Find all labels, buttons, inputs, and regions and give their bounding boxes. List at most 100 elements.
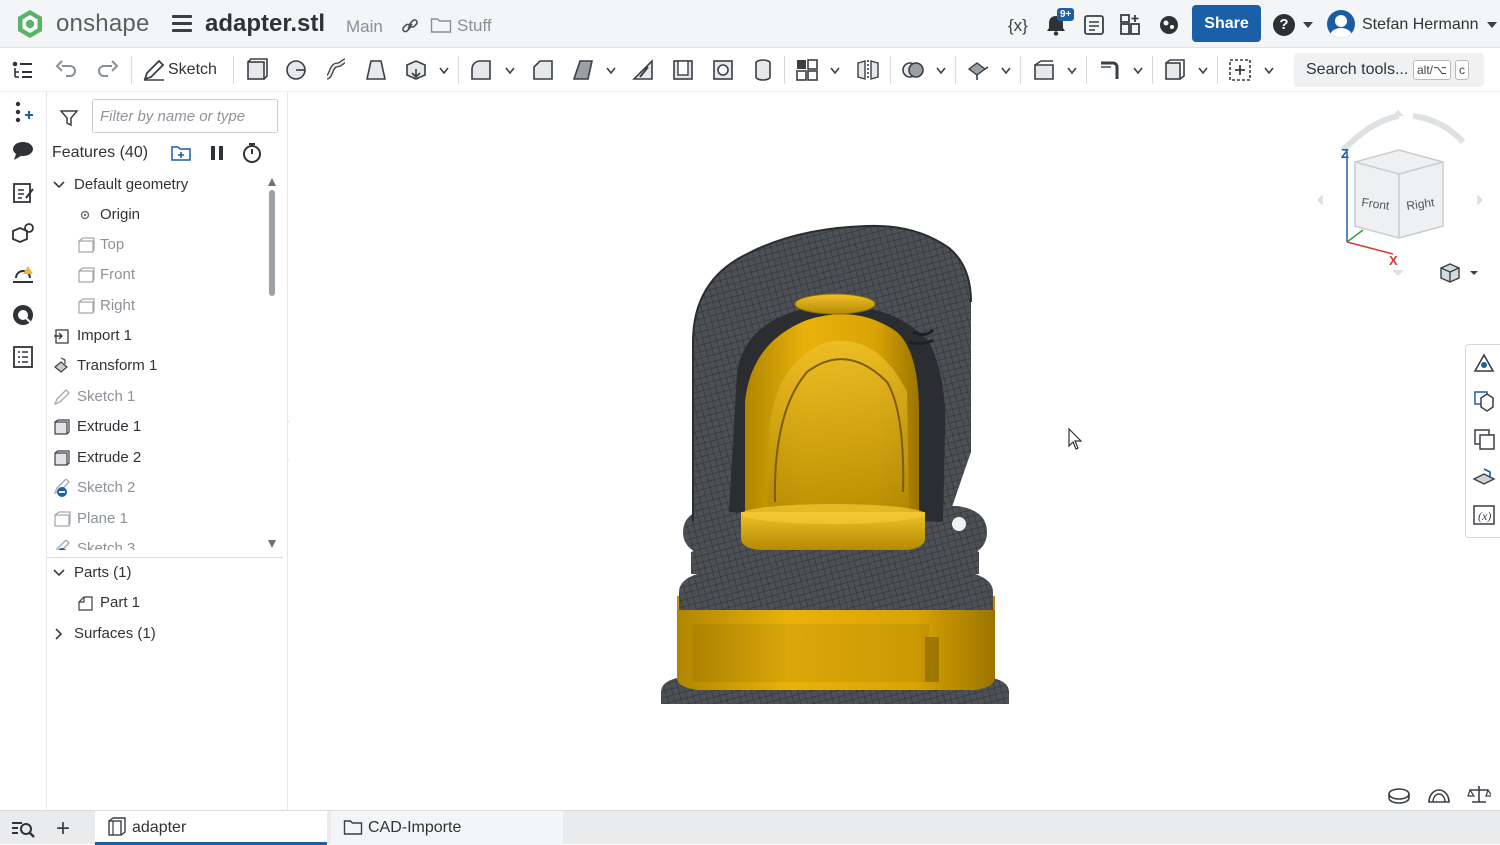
frame-dropdown-chevron-icon[interactable] xyxy=(1198,67,1208,75)
loft-icon[interactable] xyxy=(363,57,389,83)
tree-item-right-plane[interactable]: Right xyxy=(47,291,272,321)
feature-filter-input[interactable] xyxy=(92,99,278,133)
cylinder-icon[interactable] xyxy=(750,57,776,83)
release-list-icon[interactable] xyxy=(1081,12,1107,38)
tree-item-import-1[interactable]: Import 1 xyxy=(47,321,272,351)
named-views-icon[interactable] xyxy=(1472,427,1496,451)
chevron-down-icon[interactable] xyxy=(53,179,65,191)
help-dropdown-chevron-icon[interactable] xyxy=(1303,22,1313,28)
appearance-icon[interactable] xyxy=(1472,351,1496,375)
tree-item-extrude-1[interactable]: Extrude 1 xyxy=(47,412,272,442)
instances-icon[interactable] xyxy=(10,99,36,125)
frame-icon[interactable] xyxy=(1162,57,1188,83)
add-folder-icon[interactable] xyxy=(170,142,192,164)
mass-properties-icon[interactable] xyxy=(1467,784,1491,804)
plane-icon[interactable] xyxy=(1031,57,1057,83)
feature-list-icon[interactable] xyxy=(10,58,36,84)
menu-icon[interactable] xyxy=(172,15,192,33)
tab-adapter[interactable]: adapter xyxy=(95,811,327,845)
sketch-button-label[interactable]: Sketch xyxy=(168,61,217,79)
adapter-3d-model[interactable] xyxy=(657,192,1013,704)
folder-name[interactable]: Stuff xyxy=(457,16,492,36)
chamfer-icon[interactable] xyxy=(530,57,556,83)
tree-item-sketch-2[interactable]: Sketch 2 xyxy=(47,473,272,503)
app-store-icon[interactable] xyxy=(1118,12,1144,38)
hole-icon[interactable] xyxy=(710,57,736,83)
variable-table-icon[interactable]: (x) xyxy=(1472,503,1496,527)
configurations-icon[interactable] xyxy=(1472,389,1496,413)
tree-item-top-plane[interactable]: Top xyxy=(47,230,272,260)
filter-icon[interactable] xyxy=(59,108,79,128)
comments-icon[interactable] xyxy=(10,138,36,164)
tree-item-sketch-3[interactable]: Sketch 3 xyxy=(47,534,272,550)
learning-center-icon[interactable] xyxy=(1156,12,1182,38)
tree-scrollbar-thumb[interactable] xyxy=(269,190,275,296)
sheetmetal-icon[interactable] xyxy=(1097,57,1123,83)
user-name[interactable]: Stefan Hermann xyxy=(1362,16,1479,34)
share-button[interactable]: Share xyxy=(1192,5,1261,42)
tree-item-sketch-1[interactable]: Sketch 1 xyxy=(47,382,272,412)
draft-dropdown-chevron-icon[interactable] xyxy=(606,67,616,75)
appearance-panel-icon[interactable] xyxy=(10,302,36,328)
chevron-down-icon[interactable] xyxy=(53,567,65,579)
fillet-dropdown-chevron-icon[interactable] xyxy=(505,67,515,75)
sketch-icon[interactable] xyxy=(141,57,167,83)
chevron-right-icon[interactable] xyxy=(53,628,65,640)
thicken-icon[interactable] xyxy=(403,57,429,83)
select-dropdown-chevron-icon[interactable] xyxy=(1264,67,1274,75)
bill-of-materials-icon[interactable] xyxy=(10,344,36,370)
add-tab-button[interactable]: + xyxy=(56,815,70,843)
graphics-viewport[interactable]: Z X Front Right (x) xyxy=(289,92,1500,810)
undo-icon[interactable] xyxy=(54,57,80,83)
branch-label[interactable]: Main xyxy=(346,17,383,37)
display-states-icon[interactable] xyxy=(1472,465,1496,489)
rollback-pause-icon[interactable] xyxy=(206,142,228,164)
pattern-icon[interactable] xyxy=(794,57,820,83)
tree-item-front-plane[interactable]: Front xyxy=(47,260,272,290)
section-view-icon[interactable] xyxy=(1427,784,1451,804)
onshape-logo-icon[interactable] xyxy=(14,8,46,40)
transform-dropdown-chevron-icon[interactable] xyxy=(1001,67,1011,75)
shell-icon[interactable] xyxy=(670,57,696,83)
notes-icon[interactable] xyxy=(10,180,36,206)
tree-group-parts[interactable]: Parts (1) xyxy=(47,558,272,588)
parts-list-icon[interactable] xyxy=(10,221,36,247)
user-avatar[interactable] xyxy=(1327,10,1355,38)
folder-icon[interactable] xyxy=(430,16,452,34)
search-tools-button[interactable]: Search tools... alt/⌥ c xyxy=(1294,53,1484,87)
boolean-dropdown-chevron-icon[interactable] xyxy=(936,67,946,75)
document-title[interactable]: adapter.stl xyxy=(205,10,325,38)
revolve-icon[interactable] xyxy=(283,57,309,83)
search-tabs-icon[interactable] xyxy=(10,819,36,839)
tree-item-origin[interactable]: Origin xyxy=(47,200,272,230)
plane-dropdown-chevron-icon[interactable] xyxy=(1067,67,1077,75)
mates-warning-icon[interactable] xyxy=(10,262,36,288)
view-options-icon[interactable] xyxy=(1439,262,1479,284)
extrude-icon[interactable] xyxy=(243,57,269,83)
transform-icon[interactable] xyxy=(965,57,991,83)
sheetmetal-dropdown-chevron-icon[interactable] xyxy=(1133,67,1143,75)
link-icon[interactable] xyxy=(400,16,420,36)
user-menu-chevron-icon[interactable] xyxy=(1487,22,1497,28)
mirror-icon[interactable] xyxy=(855,57,881,83)
tree-item-transform-1[interactable]: Transform 1 xyxy=(47,351,272,381)
help-icon[interactable]: ? xyxy=(1273,14,1295,36)
boolean-icon[interactable] xyxy=(900,57,926,83)
tab-cad-importe[interactable]: CAD-Importe xyxy=(331,811,563,845)
redo-icon[interactable] xyxy=(94,57,120,83)
sweep-icon[interactable] xyxy=(323,57,349,83)
thicken-dropdown-chevron-icon[interactable] xyxy=(439,67,449,75)
tree-item-part-1[interactable]: Part 1 xyxy=(47,588,272,618)
pattern-dropdown-chevron-icon[interactable] xyxy=(830,67,840,75)
tree-item-extrude-2[interactable]: Extrude 2 xyxy=(47,443,272,473)
tree-group-default-geometry[interactable]: Default geometry xyxy=(47,170,272,200)
rib-icon[interactable] xyxy=(630,57,656,83)
draft-icon[interactable] xyxy=(570,57,596,83)
fillet-icon[interactable] xyxy=(468,57,494,83)
regeneration-timer-icon[interactable] xyxy=(241,142,263,164)
tree-item-plane-1[interactable]: Plane 1 xyxy=(47,504,272,534)
select-region-icon[interactable] xyxy=(1227,57,1253,83)
tree-group-surfaces[interactable]: Surfaces (1) xyxy=(47,619,272,649)
measure-tool-icon[interactable] xyxy=(1387,784,1411,804)
variables-icon[interactable]: {x} xyxy=(1006,12,1032,38)
